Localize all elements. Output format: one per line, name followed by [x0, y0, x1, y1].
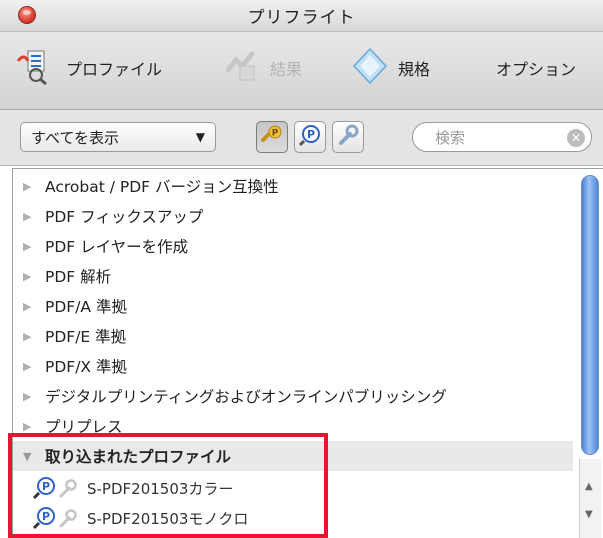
filter-bar: すべてを表示 ▼ P P 検索 ✕	[0, 110, 603, 166]
group-label: PDF レイヤーを作成	[45, 238, 189, 256]
window-title: プリフライト	[247, 8, 356, 28]
disclosure-triangle-icon[interactable]: ▶	[23, 180, 37, 193]
group-label: PDF/X 準拠	[45, 358, 127, 376]
list-item[interactable]: ▶ PDF/A 準拠	[13, 291, 573, 321]
tab-profiles-label: プロファイル	[66, 60, 163, 79]
profile-p-icon: P	[31, 506, 57, 530]
list-item[interactable]: ▶ PDF フィックスアップ	[13, 201, 573, 231]
vertical-scrollbar[interactable]	[581, 175, 599, 455]
results-icon	[222, 48, 262, 88]
list-item[interactable]: ▶ プリプレス	[13, 411, 573, 441]
disclosure-triangle-icon[interactable]: ▶	[23, 360, 37, 373]
standards-icon	[350, 47, 390, 89]
wrench-icon	[57, 506, 79, 530]
disclosure-triangle-icon[interactable]: ▶	[23, 390, 37, 403]
group-label: PDF フィックスアップ	[45, 208, 204, 226]
group-label: プリプレス	[45, 418, 123, 436]
profile-list: ▶ Acrobat / PDF バージョン互換性 ▶ PDF フィックスアップ …	[12, 168, 603, 538]
group-label: PDF/A 準拠	[45, 298, 127, 316]
profile-p-icon: P	[298, 123, 322, 151]
fixups-filter-icon: P	[260, 123, 284, 151]
show-filter-value: すべてを表示	[31, 128, 120, 147]
secondary-scrollbar[interactable]: ▲ ▼	[579, 459, 601, 538]
svg-text:P: P	[42, 510, 50, 523]
group-label: Acrobat / PDF バージョン互換性	[45, 178, 279, 196]
title-bar: プリフライト	[0, 0, 603, 32]
svg-text:P: P	[307, 128, 315, 141]
scroll-up-icon[interactable]: ▲	[585, 481, 593, 492]
list-item-selected-group[interactable]: ▼ 取り込まれたプロファイル	[13, 441, 573, 471]
svg-text:P: P	[42, 480, 50, 493]
tab-options[interactable]: オプション	[496, 48, 576, 88]
profile-filter-button[interactable]: P	[294, 121, 326, 153]
profile-label: S-PDF201503モノクロ	[87, 509, 249, 528]
fixup-filter-button[interactable]	[332, 121, 364, 153]
disclosure-triangle-icon[interactable]: ▶	[23, 270, 37, 283]
list-item[interactable]: ▶ Acrobat / PDF バージョン互換性	[13, 171, 573, 201]
profiles-icon	[14, 47, 58, 89]
clear-search-icon[interactable]: ✕	[567, 129, 585, 147]
search-field[interactable]: 検索 ✕	[412, 122, 592, 152]
list-item-profile[interactable]: P S-PDF201503カラー	[13, 473, 573, 503]
list-item-profile[interactable]: P S-PDF201503モノクロ	[13, 503, 573, 533]
list-item[interactable]: ▶ PDF レイヤーを作成	[13, 231, 573, 261]
svg-text:P: P	[272, 129, 279, 139]
group-label: 取り込まれたプロファイル	[45, 448, 232, 466]
tab-results[interactable]: 結果	[222, 48, 302, 88]
profile-p-icon: P	[31, 476, 57, 500]
tab-results-label: 結果	[270, 60, 303, 79]
disclosure-triangle-expanded-icon[interactable]: ▼	[23, 450, 37, 463]
wrench-icon	[57, 476, 79, 500]
wrench-icon	[336, 123, 360, 151]
list-item[interactable]: ▶ PDF/X 準拠	[13, 351, 573, 381]
chevron-down-icon: ▼	[195, 130, 205, 144]
list-item[interactable]: ▶ PDF/E 準拠	[13, 321, 573, 351]
profile-label: S-PDF201503カラー	[87, 479, 234, 498]
list-item[interactable]: ▶ デジタルプリンティングおよびオンラインパブリッシング	[13, 381, 573, 411]
toolbar: プロファイル 結果 規格 オプション	[0, 32, 603, 110]
fixups-filter-button[interactable]: P	[256, 121, 288, 153]
disclosure-triangle-icon[interactable]: ▶	[23, 300, 37, 313]
group-label: デジタルプリンティングおよびオンラインパブリッシング	[45, 388, 447, 406]
list-item[interactable]: ▶ PDF 解析	[13, 261, 573, 291]
close-button[interactable]	[18, 6, 36, 24]
disclosure-triangle-icon[interactable]: ▶	[23, 420, 37, 433]
disclosure-triangle-icon[interactable]: ▶	[23, 210, 37, 223]
tab-standards-label: 規格	[398, 60, 431, 79]
scroll-down-icon[interactable]: ▼	[585, 509, 593, 520]
disclosure-triangle-icon[interactable]: ▶	[23, 240, 37, 253]
tab-options-label: オプション	[496, 60, 577, 79]
tab-standards[interactable]: 規格	[350, 47, 431, 89]
tab-profiles[interactable]: プロファイル	[14, 48, 162, 88]
group-label: PDF 解析	[45, 268, 112, 286]
disclosure-triangle-icon[interactable]: ▶	[23, 330, 37, 343]
search-placeholder: 検索	[435, 128, 466, 147]
show-filter-select[interactable]: すべてを表示 ▼	[20, 122, 216, 152]
group-label: PDF/E 準拠	[45, 328, 127, 346]
